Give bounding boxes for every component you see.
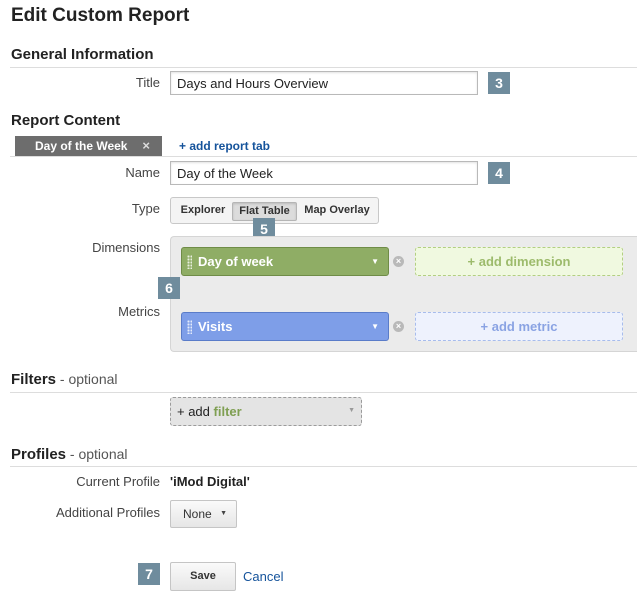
general-information-heading: General Information [11,46,154,63]
cancel-link[interactable]: Cancel [243,569,283,584]
add-report-tab-link[interactable]: + add report tab [179,139,270,153]
name-input[interactable] [170,161,478,185]
additional-profiles-select[interactable]: None ▼ [170,500,237,528]
type-map-overlay-button[interactable]: Map Overlay [299,202,375,221]
chevron-down-icon[interactable]: ▼ [371,248,379,275]
callout-badge-4: 4 [488,162,510,184]
page-title: Edit Custom Report [11,5,190,26]
add-filter-prefix: + add [177,404,210,419]
metric-pill-label: Visits [198,319,233,334]
dimensions-label: Dimensions [92,240,160,255]
filters-heading: Filters - optional [11,371,118,388]
add-filter-word: filter [213,404,242,419]
filters-optional-text: - optional [56,371,118,387]
chevron-down-icon: ▼ [220,510,227,517]
additional-profiles-label: Additional Profiles [55,505,160,520]
add-metric-button[interactable]: + add metric [415,312,623,341]
drag-handle-icon[interactable] [187,255,192,269]
metrics-label: Metrics [118,304,160,319]
additional-profiles-value: None [183,507,212,521]
type-explorer-button[interactable]: Explorer [174,202,232,221]
tab-bar-divider [10,156,637,157]
section-divider [10,67,637,68]
filters-heading-text: Filters [11,371,57,388]
dimension-pill-label: Day of week [198,254,274,269]
metric-pill[interactable]: Visits ▼ [181,312,389,341]
section-divider [10,466,637,467]
save-button[interactable]: Save [170,562,236,591]
chevron-down-icon: ▼ [348,407,355,414]
title-label: Title [135,75,160,90]
tab-day-of-the-week[interactable]: Day of the Week × [15,136,162,156]
remove-dimension-icon[interactable]: × [393,256,404,267]
callout-badge-6: 6 [158,277,180,299]
type-label: Type [131,201,160,216]
report-content-heading: Report Content [11,112,121,129]
profiles-heading: Profiles - optional [11,446,128,463]
profiles-optional-text: - optional [66,446,128,462]
name-label: Name [125,165,160,180]
callout-badge-3: 3 [488,72,510,94]
dimensions-metrics-panel: Day of week ▼ × + add dimension Visits ▼… [170,236,637,352]
chevron-down-icon[interactable]: ▼ [371,313,379,340]
close-tab-icon[interactable]: × [142,138,150,153]
add-dimension-button[interactable]: + add dimension [415,247,623,276]
tab-label: Day of the Week [35,139,128,153]
add-filter-dropdown[interactable]: + add filter ▼ [170,397,362,426]
callout-badge-7: 7 [138,563,160,585]
dimension-pill[interactable]: Day of week ▼ [181,247,389,276]
drag-handle-icon[interactable] [187,320,192,334]
section-divider [10,392,637,393]
current-profile-label: Current Profile [76,474,160,489]
remove-metric-icon[interactable]: × [393,321,404,332]
current-profile-value: 'iMod Digital' [170,474,250,489]
profiles-heading-text: Profiles [11,446,67,463]
title-input[interactable] [170,71,478,95]
